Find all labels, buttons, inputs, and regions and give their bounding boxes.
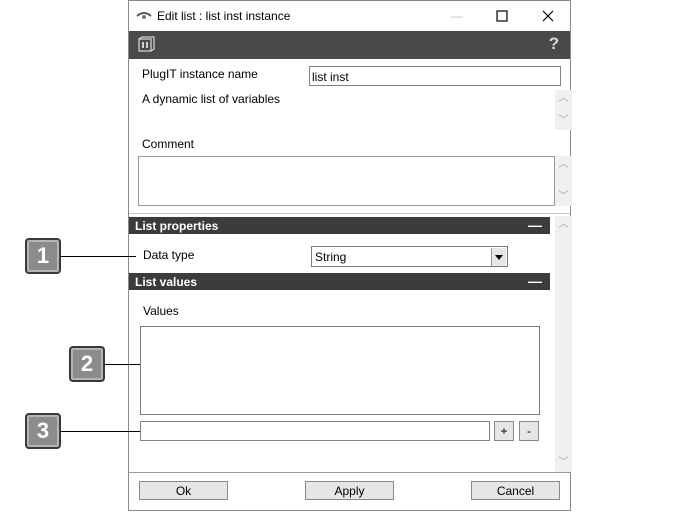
scroll-down-icon[interactable]: ﹀ xyxy=(555,456,572,470)
maximize-button[interactable] xyxy=(480,1,524,31)
callout-3: 3 xyxy=(25,413,61,449)
comment-textarea[interactable] xyxy=(138,156,555,206)
app-icon xyxy=(136,10,152,20)
callout-3-leader xyxy=(61,431,140,432)
instance-view-icon[interactable] xyxy=(137,36,155,53)
close-icon xyxy=(542,10,554,22)
data-type-label: Data type xyxy=(143,248,195,262)
list-properties-header[interactable]: List properties — xyxy=(129,217,550,234)
scroll-up-icon[interactable]: ︿ xyxy=(555,92,572,106)
values-list[interactable] xyxy=(140,326,540,415)
window-title: Edit list : list inst instance xyxy=(157,9,291,23)
close-button[interactable] xyxy=(526,1,570,31)
ok-button[interactable]: Ok xyxy=(139,481,228,500)
minimize-button[interactable]: — xyxy=(435,1,479,31)
properties-scrollbar[interactable]: ︿ ﹀ xyxy=(555,216,572,472)
scroll-down-icon[interactable]: ﹀ xyxy=(555,190,572,204)
apply-button[interactable]: Apply xyxy=(305,481,394,500)
comment-label: Comment xyxy=(142,137,195,151)
section-title: List properties xyxy=(135,219,219,233)
footer-divider xyxy=(129,472,570,473)
description-scrollbar[interactable]: ︿ ﹀ xyxy=(555,90,572,130)
maximize-icon xyxy=(496,10,508,22)
callout-1-leader xyxy=(61,256,136,257)
instance-name-label: PlugIT instance name xyxy=(142,67,258,81)
scroll-up-icon[interactable]: ︿ xyxy=(555,158,572,172)
callout-2-leader xyxy=(105,364,140,365)
data-type-value: String xyxy=(315,250,347,264)
description-text: A dynamic list of variables xyxy=(142,92,281,106)
callout-2: 2 xyxy=(69,346,105,382)
collapse-icon[interactable]: — xyxy=(528,273,542,289)
new-value-input[interactable] xyxy=(140,421,490,441)
collapse-icon[interactable]: — xyxy=(528,217,542,233)
remove-value-button[interactable]: - xyxy=(519,421,539,441)
list-values-header[interactable]: List values — xyxy=(129,273,550,290)
values-label: Values xyxy=(143,304,179,318)
data-type-select[interactable]: String xyxy=(311,246,508,267)
add-value-button[interactable]: + xyxy=(494,421,514,441)
scroll-down-icon[interactable]: ﹀ xyxy=(555,114,572,128)
cancel-button[interactable]: Cancel xyxy=(471,481,560,500)
callout-1: 1 xyxy=(25,238,61,274)
scroll-up-icon[interactable]: ︿ xyxy=(555,218,572,232)
comment-scrollbar[interactable]: ︿ ﹀ xyxy=(555,156,572,206)
help-icon[interactable]: ? xyxy=(547,35,561,53)
instance-name-input[interactable]: list inst xyxy=(309,66,561,86)
chevron-down-icon[interactable] xyxy=(491,248,506,266)
section-title: List values xyxy=(135,275,198,289)
toolbar xyxy=(129,31,570,59)
divider xyxy=(129,213,570,214)
